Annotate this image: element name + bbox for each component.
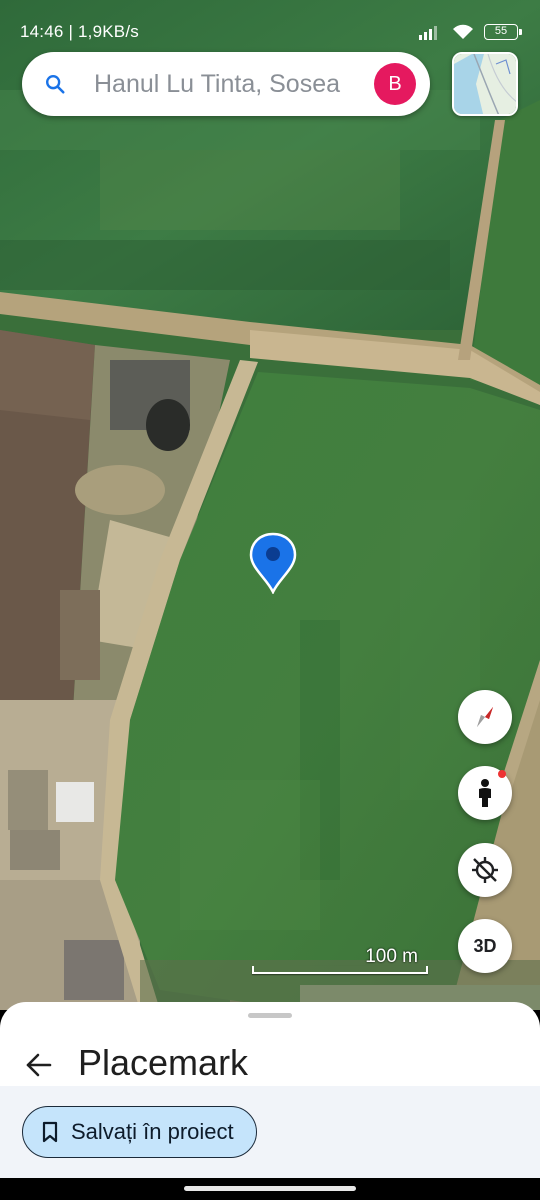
status-time: 14:46 | 1,9KB/s — [20, 22, 139, 41]
wifi-icon — [453, 24, 473, 39]
my-location-button[interactable] — [458, 843, 512, 897]
notification-dot — [498, 770, 506, 778]
save-to-project-button[interactable]: Salvați în proiect — [22, 1106, 257, 1158]
bookmark-icon — [42, 1121, 58, 1143]
satellite-imagery — [0, 0, 540, 1010]
home-gesture-bar[interactable] — [184, 1186, 356, 1191]
map-thumbnail-icon — [454, 54, 516, 114]
signal-icon — [419, 26, 437, 40]
sheet-title: Placemark — [78, 1042, 249, 1083]
battery-icon: 55 — [484, 24, 522, 40]
avatar[interactable]: B — [374, 63, 416, 105]
sheet-header: Placemark — [0, 1038, 540, 1090]
sheet-drag-handle[interactable] — [248, 1013, 292, 1018]
scale-bar — [252, 966, 428, 974]
placemark-sheet[interactable]: Placemark Salvați în proiect — [0, 1002, 540, 1178]
map-layer-thumbnail[interactable] — [452, 52, 518, 116]
street-view-button[interactable] — [458, 766, 512, 820]
pegman-icon — [479, 779, 491, 807]
battery-level: 55 — [494, 25, 508, 37]
search-bar[interactable]: Hanul Lu Tinta, Sosea B — [22, 52, 430, 116]
compass-icon — [477, 707, 493, 727]
location-off-icon — [472, 857, 498, 883]
status-icons: 55 — [418, 22, 522, 42]
search-icon[interactable] — [44, 73, 66, 95]
sheet-actions: Salvați în proiect — [0, 1086, 540, 1178]
compass-button[interactable] — [458, 690, 512, 744]
3d-view-button[interactable]: 3D — [458, 919, 512, 973]
map-scale: 100 m — [252, 944, 428, 978]
scale-label: 100 m — [365, 946, 418, 967]
satellite-map[interactable] — [0, 0, 540, 1010]
back-arrow-icon[interactable] — [24, 1050, 54, 1080]
search-input[interactable]: Hanul Lu Tinta, Sosea — [94, 70, 364, 99]
save-to-project-label: Salvați în proiect — [71, 1119, 234, 1144]
placemark-pin-icon[interactable] — [248, 532, 298, 594]
3d-view-label: 3D — [473, 935, 497, 956]
system-nav-bar — [0, 1178, 540, 1200]
